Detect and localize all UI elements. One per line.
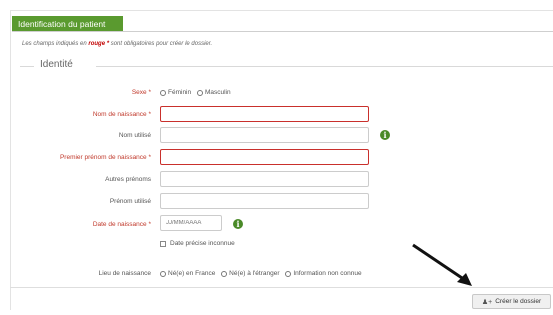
premier-prenom-label: Premier prénom de naissance * bbox=[59, 154, 151, 161]
autres-prenoms-label: Autres prénoms bbox=[105, 176, 151, 183]
radio-ne-a-l-etranger-label: Né(e) à l'étranger bbox=[229, 270, 280, 277]
note-highlight: rouge * bbox=[88, 41, 110, 47]
nom-utilise-input[interactable] bbox=[160, 127, 369, 143]
radio-ne-en-france[interactable]: Né(e) en France bbox=[160, 270, 215, 277]
create-dossier-button[interactable]: ♟+ Créer le dossier bbox=[472, 294, 551, 309]
date-precise-checkbox[interactable] bbox=[160, 240, 166, 247]
radio-information-non-connue-label: Information non connue bbox=[293, 270, 362, 277]
nom-utilise-label: Nom utilisé bbox=[118, 132, 151, 139]
lieu-naissance-label: Lieu de naissance bbox=[98, 270, 151, 277]
radio-circle-icon bbox=[221, 270, 228, 277]
radio-circle-icon bbox=[196, 89, 203, 96]
section-rule-left bbox=[20, 66, 34, 67]
panel-border-top bbox=[10, 10, 553, 11]
date-precise-label: Date précise inconnue bbox=[170, 240, 235, 247]
prenom-utilise-input[interactable] bbox=[160, 193, 369, 209]
create-dossier-label: Créer le dossier bbox=[495, 298, 542, 305]
info-icon[interactable]: i bbox=[233, 219, 243, 229]
required-fields-note: Les champs indiqués en rouge * sont obli… bbox=[22, 41, 212, 47]
date-naissance-input[interactable] bbox=[160, 215, 222, 231]
radio-masculin[interactable]: Masculin bbox=[196, 89, 231, 96]
panel-title: Identification du patient bbox=[12, 16, 123, 32]
user-plus-icon: ♟+ bbox=[481, 298, 493, 306]
radio-circle-icon bbox=[160, 89, 166, 96]
radio-masculin-label: Masculin bbox=[204, 89, 231, 96]
annotation-arrow-icon bbox=[412, 243, 472, 286]
panel-border-left bbox=[10, 10, 11, 310]
radio-ne-en-france-label: Né(e) en France bbox=[168, 270, 216, 277]
date-naissance-label: Date de naissance * bbox=[92, 221, 151, 228]
info-icon[interactable]: i bbox=[380, 130, 390, 140]
radio-feminin-label: Féminin bbox=[168, 89, 192, 96]
radio-information-non-connue[interactable]: Information non connue bbox=[285, 270, 362, 277]
section-title: Identité bbox=[40, 59, 73, 70]
nom-naissance-label: Nom de naissance * bbox=[92, 111, 151, 118]
lieu-naissance-radio-group: Né(e) en France Né(e) à l'étranger Infor… bbox=[160, 270, 366, 279]
prenom-utilise-label: Prénom utilisé bbox=[109, 198, 151, 205]
sexe-label: Sexe * bbox=[131, 89, 151, 96]
date-precise-inconnue-row[interactable]: Date précise inconnue bbox=[160, 240, 235, 247]
radio-circle-icon bbox=[160, 270, 166, 277]
sexe-radio-group: Féminin Masculin bbox=[160, 89, 235, 98]
panel-title-underline bbox=[12, 31, 553, 32]
radio-circle-icon bbox=[285, 270, 292, 277]
section-rule-right bbox=[96, 66, 553, 67]
note-text-before: Les champs indiqués en bbox=[22, 41, 89, 47]
nom-naissance-input[interactable] bbox=[160, 106, 369, 122]
radio-ne-a-l-etranger[interactable]: Né(e) à l'étranger bbox=[221, 270, 280, 277]
premier-prenom-input[interactable] bbox=[160, 149, 369, 165]
radio-feminin[interactable]: Féminin bbox=[160, 89, 191, 96]
note-text-after: sont obligatoires pour créer le dossier. bbox=[109, 41, 213, 47]
autres-prenoms-input[interactable] bbox=[160, 171, 369, 187]
